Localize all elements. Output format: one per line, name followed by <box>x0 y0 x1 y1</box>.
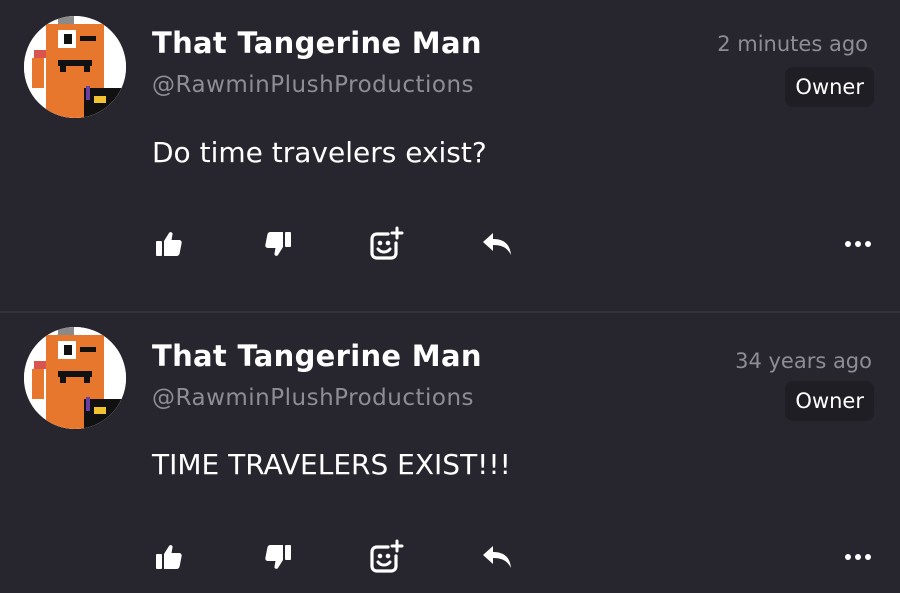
owner-badge: Owner <box>785 381 874 421</box>
dislike-icon <box>265 545 291 569</box>
avatar-image <box>24 16 126 118</box>
comment-text: TIME TRAVELERS EXIST!!! <box>152 448 511 481</box>
avatar[interactable] <box>24 16 126 118</box>
like-button[interactable] <box>149 224 189 264</box>
dislike-button[interactable] <box>258 224 298 264</box>
more-icon <box>845 554 871 560</box>
more-options-button[interactable] <box>838 224 878 264</box>
comment-actions <box>0 537 900 577</box>
avatar[interactable] <box>24 327 126 429</box>
timestamp: 2 minutes ago <box>717 32 868 56</box>
author-handle[interactable]: @RawminPlushProductions <box>152 72 474 98</box>
comment-item: That Tangerine Man @RawminPlushProductio… <box>0 0 900 311</box>
reply-button[interactable] <box>477 224 517 264</box>
add-reaction-button[interactable] <box>366 537 406 577</box>
like-icon <box>156 545 182 569</box>
dislike-icon <box>265 232 291 256</box>
author-handle[interactable]: @RawminPlushProductions <box>152 385 474 411</box>
comment-actions <box>0 224 900 264</box>
reply-button[interactable] <box>477 537 517 577</box>
timestamp: 34 years ago <box>735 349 872 373</box>
add-reaction-icon <box>370 226 404 260</box>
reply-icon <box>483 233 511 255</box>
owner-badge: Owner <box>785 67 874 107</box>
reply-icon <box>483 546 511 568</box>
comment-item: That Tangerine Man @RawminPlushProductio… <box>0 313 900 593</box>
avatar-image <box>24 327 126 429</box>
comment-text: Do time travelers exist? <box>152 136 487 169</box>
add-reaction-button[interactable] <box>366 224 406 264</box>
like-button[interactable] <box>149 537 189 577</box>
comment-feed: That Tangerine Man @RawminPlushProductio… <box>0 0 900 593</box>
like-icon <box>156 232 182 256</box>
author-name[interactable]: That Tangerine Man <box>152 339 482 373</box>
author-name[interactable]: That Tangerine Man <box>152 26 482 60</box>
add-reaction-icon <box>370 539 404 573</box>
dislike-button[interactable] <box>258 537 298 577</box>
more-icon <box>845 241 871 247</box>
more-options-button[interactable] <box>838 537 878 577</box>
